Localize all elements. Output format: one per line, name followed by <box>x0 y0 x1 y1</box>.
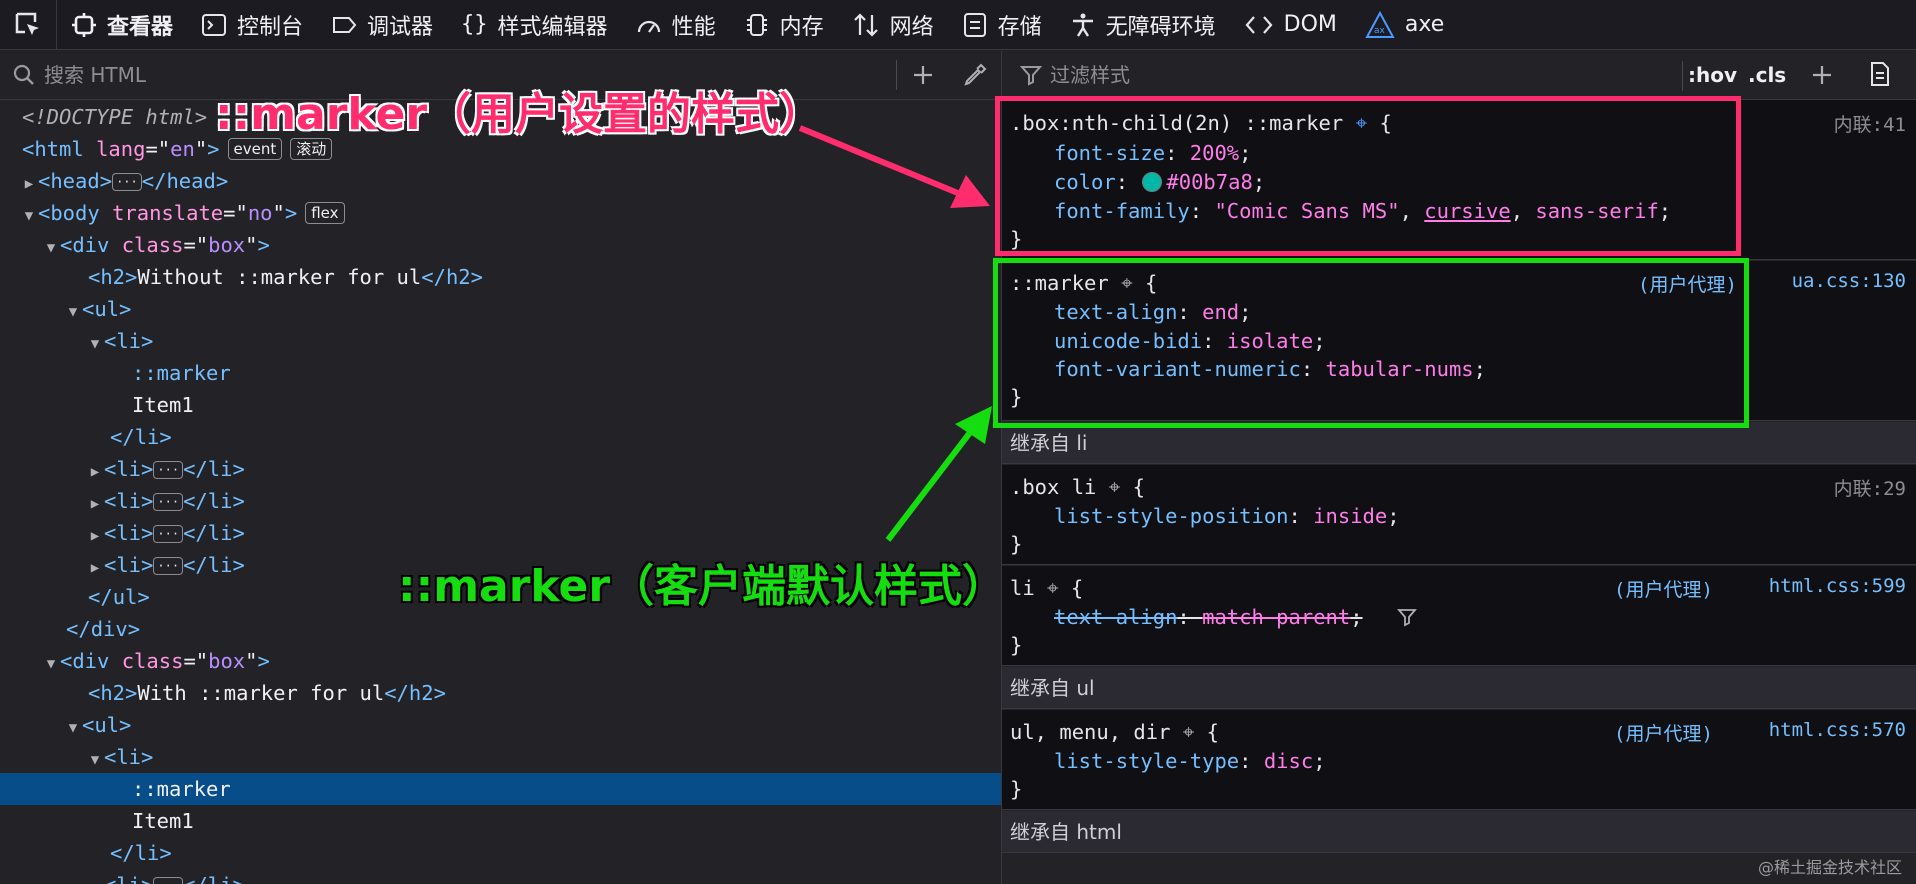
watermark-text: @稀土掘金技术社区 <box>1757 858 1902 877</box>
green-arrowhead <box>955 406 992 444</box>
annotation-label-ua-style: ::marker（客户端默认样式） <box>398 561 1007 612</box>
green-arrow <box>885 424 978 542</box>
annotation-label-user-style: ::marker（用户设置的样式） <box>215 89 824 140</box>
pink-arrow <box>798 125 967 199</box>
